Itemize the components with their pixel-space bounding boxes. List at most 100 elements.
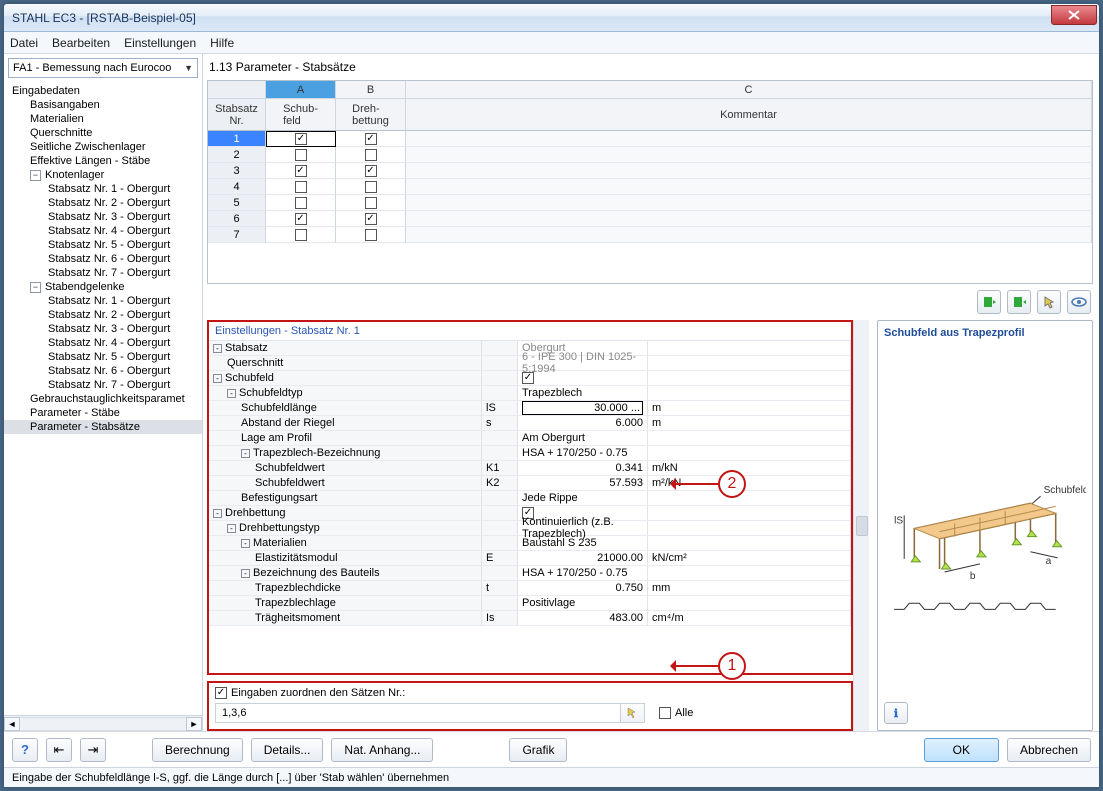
checkbox-icon[interactable]: [365, 149, 377, 161]
table-row[interactable]: 7: [208, 227, 1092, 243]
checkbox-icon[interactable]: [295, 149, 307, 161]
tree-stabend[interactable]: −Stabendgelenke: [4, 280, 202, 294]
prop-value[interactable]: 0.341: [518, 461, 648, 475]
close-button[interactable]: [1051, 5, 1097, 25]
tree-seitliche[interactable]: Seitliche Zwischenlager: [4, 140, 202, 154]
prop-value[interactable]: HSA + 170/250 - 0.75: [518, 446, 648, 460]
property-row[interactable]: Lage am ProfilAm Obergurt: [209, 431, 851, 446]
menu-bearbeiten[interactable]: Bearbeiten: [52, 36, 110, 50]
prop-value[interactable]: Positivlage: [518, 596, 648, 610]
property-row[interactable]: Querschnitt6 - IPE 300 | DIN 1025-5:1994: [209, 356, 851, 371]
prop-value[interactable]: Jede Rippe: [518, 491, 648, 505]
prop-value[interactable]: 0.750: [518, 581, 648, 595]
tree-kn2[interactable]: Stabsatz Nr. 2 - Obergurt: [4, 196, 202, 210]
prev-button[interactable]: ⇤: [46, 738, 72, 762]
tree-materialien[interactable]: Materialien: [4, 112, 202, 126]
tree-gebrauch[interactable]: Gebrauchstauglichkeitsparamet: [4, 392, 202, 406]
property-row[interactable]: ElastizitätsmodulE21000.00kN/cm²: [209, 551, 851, 566]
checkbox-icon[interactable]: [295, 197, 307, 209]
checkbox-icon[interactable]: [295, 229, 307, 241]
prop-value[interactable]: Trapezblech: [518, 386, 648, 400]
cell-kommentar[interactable]: [406, 179, 1092, 195]
property-row[interactable]: Abstand der Riegels6.000m: [209, 416, 851, 431]
tree-kn7[interactable]: Stabsatz Nr. 7 - Obergurt: [4, 266, 202, 280]
property-row[interactable]: SchubfeldwertK10.341m/kN: [209, 461, 851, 476]
table-row[interactable]: 5: [208, 195, 1092, 211]
tree-se6[interactable]: Stabsatz Nr. 6 - Obergurt: [4, 364, 202, 378]
prop-value[interactable]: Am Obergurt: [518, 431, 648, 445]
tree-param-stabsaetze[interactable]: Parameter - Stabsätze: [4, 420, 202, 434]
tree-se3[interactable]: Stabsatz Nr. 3 - Obergurt: [4, 322, 202, 336]
menu-einstellungen[interactable]: Einstellungen: [124, 36, 196, 50]
tree-basisangaben[interactable]: Basisangaben: [4, 98, 202, 112]
ok-button[interactable]: OK: [924, 738, 999, 762]
checkbox-icon[interactable]: ✓: [365, 133, 377, 145]
cell-schubfeld[interactable]: ✓: [266, 163, 336, 179]
cell-drehbettung[interactable]: [336, 227, 406, 243]
loadcase-dropdown[interactable]: FA1 - Bemessung nach Eurocoo ▼: [8, 58, 198, 78]
tree-root[interactable]: Eingabedaten: [4, 84, 202, 98]
cell-schubfeld[interactable]: ✓: [266, 131, 336, 147]
scroll-left-icon[interactable]: ◄: [4, 717, 20, 731]
cell-schubfeld[interactable]: [266, 179, 336, 195]
checkbox-icon[interactable]: [365, 197, 377, 209]
assign-pick-button[interactable]: [621, 703, 645, 723]
prop-value[interactable]: Baustahl S 235: [518, 536, 648, 550]
tree-knotenlager[interactable]: −Knotenlager: [4, 168, 202, 182]
tree-param-staebe[interactable]: Parameter - Stäbe: [4, 406, 202, 420]
checkbox-icon[interactable]: [365, 229, 377, 241]
prop-value[interactable]: Kontinuierlich (z.B. Trapezblech): [518, 521, 648, 535]
scroll-track[interactable]: [20, 717, 186, 731]
tree-se1[interactable]: Stabsatz Nr. 1 - Obergurt: [4, 294, 202, 308]
tree-effektive[interactable]: Effektive Längen - Stäbe: [4, 154, 202, 168]
cell-kommentar[interactable]: [406, 195, 1092, 211]
property-row[interactable]: -Schubfeld✓: [209, 371, 851, 386]
tree-se2[interactable]: Stabsatz Nr. 2 - Obergurt: [4, 308, 202, 322]
settings-vscrollbar[interactable]: [853, 320, 869, 731]
prop-value[interactable]: 483.00: [518, 611, 648, 625]
abbrechen-button[interactable]: Abbrechen: [1007, 738, 1091, 762]
cell-drehbettung[interactable]: ✓: [336, 131, 406, 147]
checkbox-icon[interactable]: ✓: [295, 213, 307, 225]
details-button[interactable]: Details...: [251, 738, 324, 762]
property-row[interactable]: Trapezblechdicket0.750mm: [209, 581, 851, 596]
cell-kommentar[interactable]: [406, 163, 1092, 179]
info-button[interactable]: ℹ: [884, 702, 908, 724]
cell-schubfeld[interactable]: [266, 147, 336, 163]
cell-schubfeld[interactable]: [266, 195, 336, 211]
property-row[interactable]: SchubfeldlängelS30.000 ...m: [209, 401, 851, 416]
table-row[interactable]: 6✓✓: [208, 211, 1092, 227]
excel-export-in-button[interactable]: [977, 290, 1001, 314]
prop-checkbox-cell[interactable]: ✓: [518, 371, 648, 385]
tree-kn3[interactable]: Stabsatz Nr. 3 - Obergurt: [4, 210, 202, 224]
checkbox-icon[interactable]: ✓: [295, 165, 307, 177]
prop-value[interactable]: HSA + 170/250 - 0.75: [518, 566, 648, 580]
assign-checkbox[interactable]: ✓: [215, 687, 227, 699]
nat-anhang-button[interactable]: Nat. Anhang...: [331, 738, 433, 762]
assign-input[interactable]: 1,3,6: [215, 703, 621, 723]
help-button[interactable]: ?: [12, 738, 38, 762]
menu-hilfe[interactable]: Hilfe: [210, 36, 234, 50]
tree-se5[interactable]: Stabsatz Nr. 5 - Obergurt: [4, 350, 202, 364]
prop-value[interactable]: 6.000: [518, 416, 648, 430]
property-row[interactable]: SchubfeldwertK257.593m²/kN: [209, 476, 851, 491]
checkbox-icon[interactable]: [365, 181, 377, 193]
prop-value[interactable]: 21000.00: [518, 551, 648, 565]
property-row[interactable]: -Trapezblech-BezeichnungHSA + 170/250 - …: [209, 446, 851, 461]
checkbox-icon[interactable]: ✓: [295, 133, 307, 145]
property-row[interactable]: -MaterialienBaustahl S 235: [209, 536, 851, 551]
prop-value[interactable]: 30.000 ...: [518, 401, 648, 415]
tree-kn6[interactable]: Stabsatz Nr. 6 - Obergurt: [4, 252, 202, 266]
cell-drehbettung[interactable]: [336, 179, 406, 195]
property-row[interactable]: TrägheitsmomentIs483.00cm⁴/m: [209, 611, 851, 626]
tree-kn4[interactable]: Stabsatz Nr. 4 - Obergurt: [4, 224, 202, 238]
table-row[interactable]: 3✓✓: [208, 163, 1092, 179]
checkbox-icon[interactable]: ✓: [365, 213, 377, 225]
table-row[interactable]: 2: [208, 147, 1092, 163]
tree-kn5[interactable]: Stabsatz Nr. 5 - Obergurt: [4, 238, 202, 252]
cell-kommentar[interactable]: [406, 227, 1092, 243]
cell-drehbettung[interactable]: [336, 147, 406, 163]
property-row[interactable]: -SchubfeldtypTrapezblech: [209, 386, 851, 401]
tree-se4[interactable]: Stabsatz Nr. 4 - Obergurt: [4, 336, 202, 350]
property-row[interactable]: -Bezeichnung des BauteilsHSA + 170/250 -…: [209, 566, 851, 581]
